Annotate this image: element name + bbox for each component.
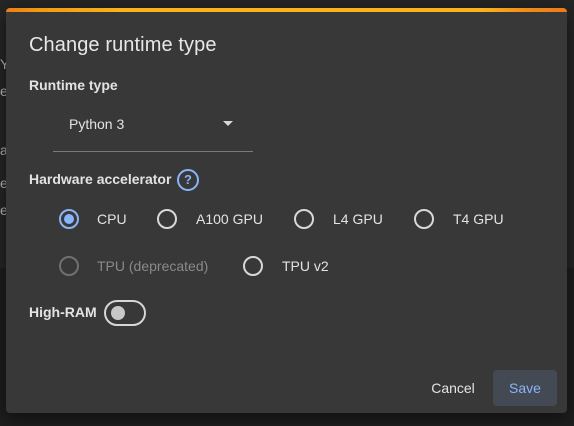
change-runtime-dialog: Change runtime type Runtime type Python … bbox=[6, 8, 567, 413]
hardware-accelerator-label: Hardware accelerator bbox=[29, 171, 172, 187]
runtime-type-label: Runtime type bbox=[29, 77, 118, 93]
help-icon[interactable]: ? bbox=[177, 169, 199, 191]
radio-tpu-deprecated bbox=[59, 256, 79, 276]
runtime-type-select[interactable]: Python 3 bbox=[53, 108, 253, 152]
high-ram-label: High-RAM bbox=[29, 304, 97, 320]
radio-l4-gpu[interactable] bbox=[294, 209, 314, 229]
radio-label-a100-gpu[interactable]: A100 GPU bbox=[196, 211, 263, 227]
radio-label-l4-gpu[interactable]: L4 GPU bbox=[333, 211, 383, 227]
dialog-title: Change runtime type bbox=[29, 34, 217, 56]
dropdown-arrow-icon bbox=[223, 121, 233, 126]
radio-label-cpu[interactable]: CPU bbox=[97, 211, 127, 227]
progress-accent-bar bbox=[6, 8, 567, 12]
radio-label-tpu-v2[interactable]: TPU v2 bbox=[282, 258, 329, 274]
radio-label-t4-gpu[interactable]: T4 GPU bbox=[453, 211, 504, 227]
radio-cpu[interactable] bbox=[59, 209, 79, 229]
cancel-button[interactable]: Cancel bbox=[421, 370, 485, 406]
runtime-type-value: Python 3 bbox=[69, 116, 125, 132]
radio-t4-gpu[interactable] bbox=[414, 209, 434, 229]
save-button[interactable]: Save bbox=[493, 370, 557, 406]
toggle-knob bbox=[111, 306, 125, 320]
radio-tpu-v2[interactable] bbox=[243, 256, 263, 276]
radio-a100-gpu[interactable] bbox=[157, 209, 177, 229]
high-ram-toggle[interactable] bbox=[104, 300, 146, 326]
radio-label-tpu-deprecated: TPU (deprecated) bbox=[97, 258, 209, 274]
